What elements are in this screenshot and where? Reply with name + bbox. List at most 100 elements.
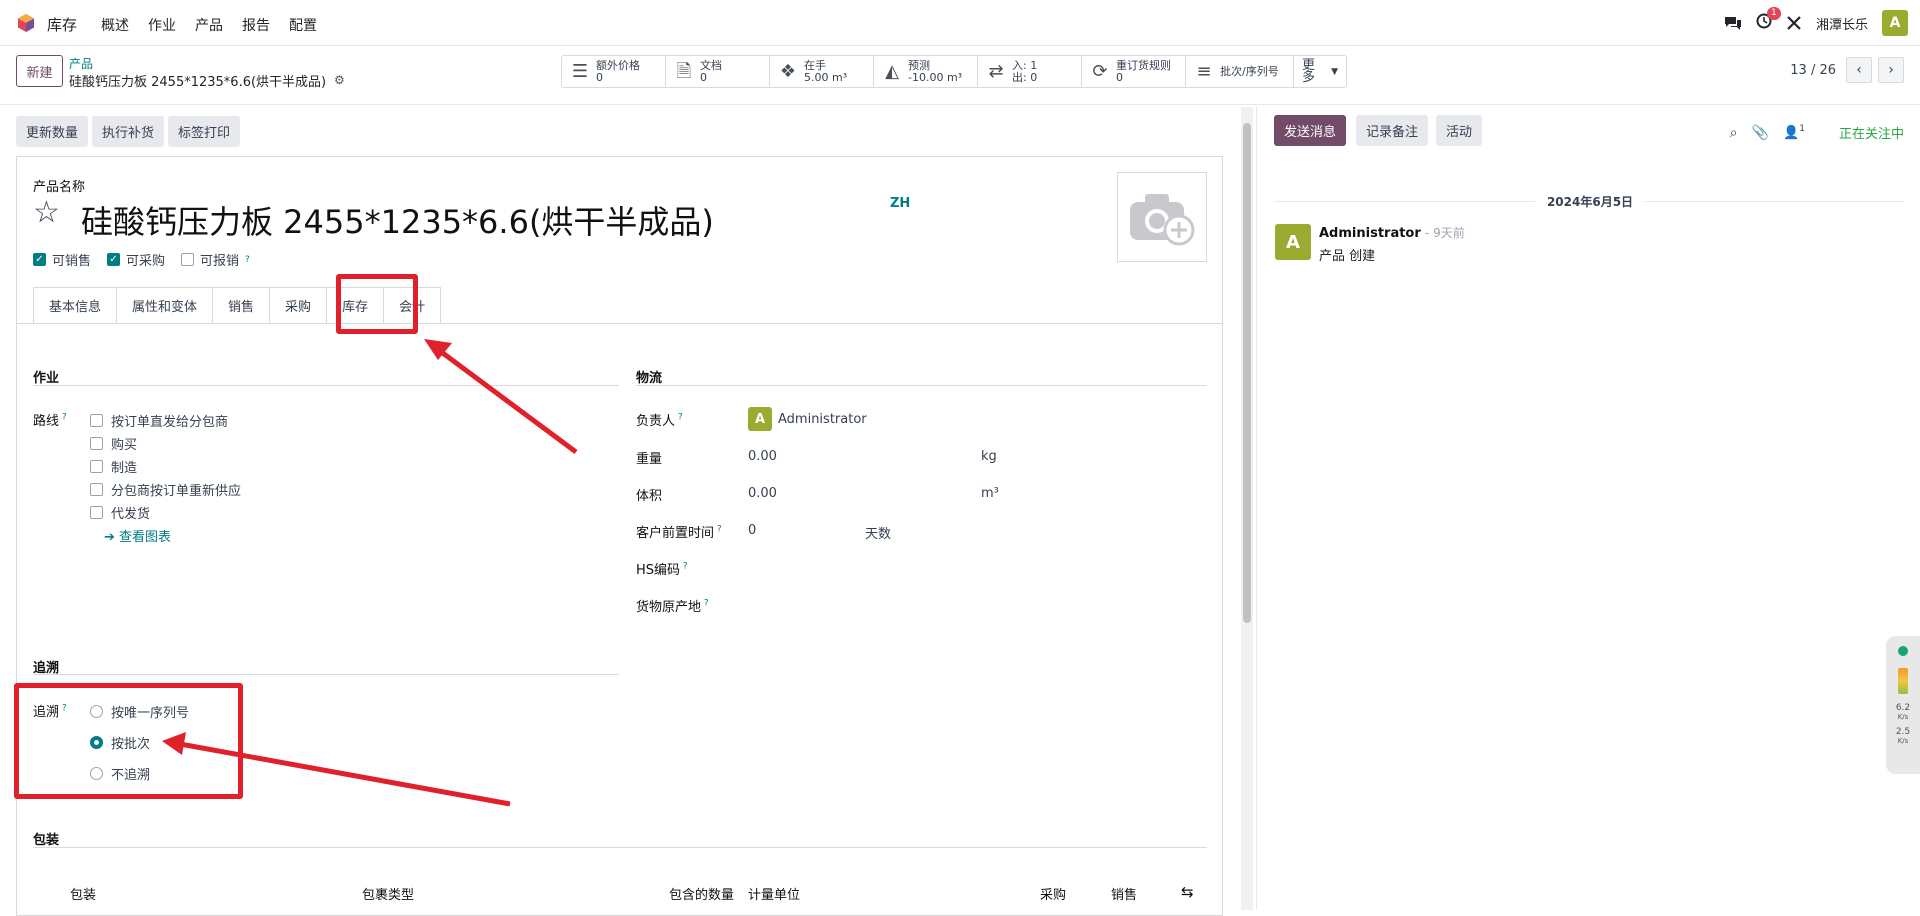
view-diagram-link[interactable]: ➔ 查看图表 — [104, 526, 171, 545]
app-logo-icon[interactable] — [16, 13, 36, 33]
company-name[interactable]: 湘潭长乐 — [1816, 14, 1868, 33]
help-icon[interactable]: ? — [701, 599, 709, 609]
pager-value[interactable]: 13 / 26 — [1790, 63, 1836, 78]
following-button[interactable]: 正在关注中 — [1839, 123, 1904, 142]
operations-section-title: 作业 — [33, 371, 60, 386]
chevron-right-icon[interactable]: › — [1878, 57, 1904, 83]
menu-item-operations[interactable]: 作业 — [148, 15, 176, 35]
message-content: Administrator - 9天前 产品 创建 — [1319, 224, 1465, 264]
app-name[interactable]: 库存 — [47, 14, 77, 35]
column-header-uom[interactable]: 计量单位 — [748, 884, 800, 903]
smart-button-extra-price[interactable]: ☰ 额外价格 0 — [562, 56, 666, 87]
smart-label: 批次/序列号 — [1220, 64, 1279, 78]
list-icon: ☰ — [571, 60, 589, 82]
update-quantity-button[interactable]: 更新数量 — [16, 116, 89, 147]
route-buy[interactable]: 购买 — [90, 434, 137, 453]
breadcrumb-parent[interactable]: 产品 — [69, 55, 93, 72]
lead-label-text: 客户前置时间 — [636, 526, 715, 541]
smart-button-more[interactable]: 更多 ▼ — [1294, 56, 1346, 87]
print-labels-button[interactable]: 标签打印 — [168, 116, 241, 147]
smart-button-documents[interactable]: 🗎 文档 0 — [666, 56, 770, 87]
exchange-icon: ⇄ — [988, 60, 1004, 82]
menu-item-configuration[interactable]: 配置 — [289, 15, 317, 35]
tab-sales[interactable]: 销售 — [212, 287, 270, 324]
download-speed: 2.5 K/s — [1886, 728, 1920, 746]
column-header-package-type[interactable]: 包裹类型 — [362, 884, 414, 903]
menu-item-overview[interactable]: 概述 — [101, 15, 129, 35]
route-manufacture[interactable]: 制造 — [90, 457, 137, 476]
checkbox-label: 可报销 — [200, 254, 240, 269]
menu-item-products[interactable]: 产品 — [195, 15, 223, 35]
breadcrumb-current: 硅酸钙压力板 2455*1235*6.6(烘干半成品) — [69, 75, 327, 90]
route-dropship-subcontractor[interactable]: 按订单直发给分包商 — [90, 411, 228, 430]
customer-lead-time-label: 客户前置时间 ? — [636, 522, 722, 541]
smart-button-lots-serials[interactable]: ≡ 批次/序列号 — [1186, 56, 1294, 87]
column-header-packaging[interactable]: 包装 — [70, 884, 96, 903]
smart-button-in-out[interactable]: ⇄ 入: 1 出: 0 — [978, 56, 1082, 87]
volume-field[interactable]: 0.00 — [748, 486, 777, 501]
product-name-field[interactable]: 硅酸钙压力板 2455*1235*6.6(烘干半成品) — [81, 197, 714, 243]
smart-button-forecast[interactable]: ◭ 预测 -10.00 m³ — [874, 56, 978, 87]
tab-attributes-variants[interactable]: 属性和变体 — [116, 287, 213, 324]
smart-label: 出: — [1012, 70, 1027, 84]
form-scrollbar[interactable] — [1241, 107, 1253, 910]
help-icon[interactable]: ? — [680, 562, 688, 572]
column-header-purchase[interactable]: 采购 — [1040, 884, 1066, 903]
paperclip-icon[interactable]: 📎 — [1752, 125, 1769, 141]
user-avatar[interactable]: A — [1882, 10, 1908, 36]
smart-button-on-hand[interactable]: ❖ 在手 5.00 m³ — [770, 56, 874, 87]
tab-general-info[interactable]: 基本信息 — [33, 287, 117, 324]
tab-divider — [17, 323, 1222, 324]
route-dropship[interactable]: 代发货 — [90, 503, 150, 522]
weight-label: 重量 — [636, 452, 663, 467]
message-time: - 9天前 — [1424, 226, 1465, 240]
volume-unit: m³ — [981, 486, 999, 501]
log-note-button[interactable]: 记录备注 — [1356, 115, 1429, 146]
route-label: 代发货 — [111, 507, 151, 522]
send-message-button[interactable]: 发送消息 — [1274, 115, 1347, 146]
responsible-field[interactable]: A Administrator — [748, 407, 867, 431]
help-icon[interactable]: ? — [714, 525, 722, 535]
help-icon[interactable]: ? — [245, 255, 250, 265]
can-be-sold-checkbox[interactable]: ✓ 可销售 — [33, 250, 91, 269]
checkbox-label: 可采购 — [126, 254, 166, 269]
chat-icon[interactable] — [1724, 15, 1742, 31]
product-image[interactable] — [1117, 172, 1207, 262]
chatter-message: A Administrator - 9天前 产品 创建 — [1275, 224, 1465, 264]
menu-item-reporting[interactable]: 报告 — [242, 15, 270, 35]
status-dot — [1898, 646, 1908, 656]
followers-button[interactable]: 👤1 — [1783, 124, 1805, 140]
author-avatar[interactable]: A — [1275, 224, 1311, 260]
column-header-contained-qty[interactable]: 包含的数量 — [669, 884, 734, 903]
gear-icon[interactable]: ⚙ — [334, 73, 345, 87]
upload-value: 6.2 — [1895, 703, 1911, 713]
help-icon[interactable]: ? — [59, 413, 67, 423]
language-button[interactable]: ZH — [890, 196, 910, 211]
can-be-purchased-checkbox[interactable]: ✓ 可采购 — [107, 250, 165, 269]
date-separator-line — [1275, 201, 1535, 202]
column-header-sales[interactable]: 销售 — [1111, 884, 1137, 903]
search-icon[interactable]: ⌕ — [1730, 125, 1738, 141]
tab-purchase[interactable]: 采购 — [269, 287, 327, 324]
responsible-label-text: 负责人 — [636, 414, 676, 429]
star-icon[interactable]: ☆ — [33, 195, 60, 230]
activity-button[interactable]: 1 — [1756, 7, 1781, 33]
can-be-expensed-checkbox[interactable]: 可报销? — [181, 250, 250, 269]
scrollbar-thumb[interactable] — [1243, 123, 1251, 623]
activity-button[interactable]: 活动 — [1436, 115, 1483, 146]
chevron-left-icon[interactable]: ‹ — [1846, 57, 1872, 83]
message-author[interactable]: Administrator — [1319, 226, 1421, 241]
tools-icon[interactable] — [1786, 15, 1802, 31]
replenish-button[interactable]: 执行补货 — [92, 116, 165, 147]
weight-field[interactable]: 0.00 — [748, 449, 777, 464]
smart-button-reorder-rules[interactable]: ⟳ 重订货规则 0 — [1082, 56, 1186, 87]
product-flags: ✓ 可销售 ✓ 可采购 可报销? — [33, 250, 250, 269]
optional-columns-icon[interactable]: ⇆ — [1181, 883, 1194, 901]
route-resupply-subcontractor[interactable]: 分包商按订单重新供应 — [90, 480, 241, 499]
arrow-right-icon: ➔ — [104, 530, 120, 545]
routes-label: 路线 ? — [33, 410, 67, 429]
new-button[interactable]: 新建 — [16, 55, 63, 87]
help-icon[interactable]: ? — [675, 413, 683, 423]
customer-lead-time-field[interactable]: 0 — [748, 523, 756, 538]
section-divider — [33, 674, 619, 675]
